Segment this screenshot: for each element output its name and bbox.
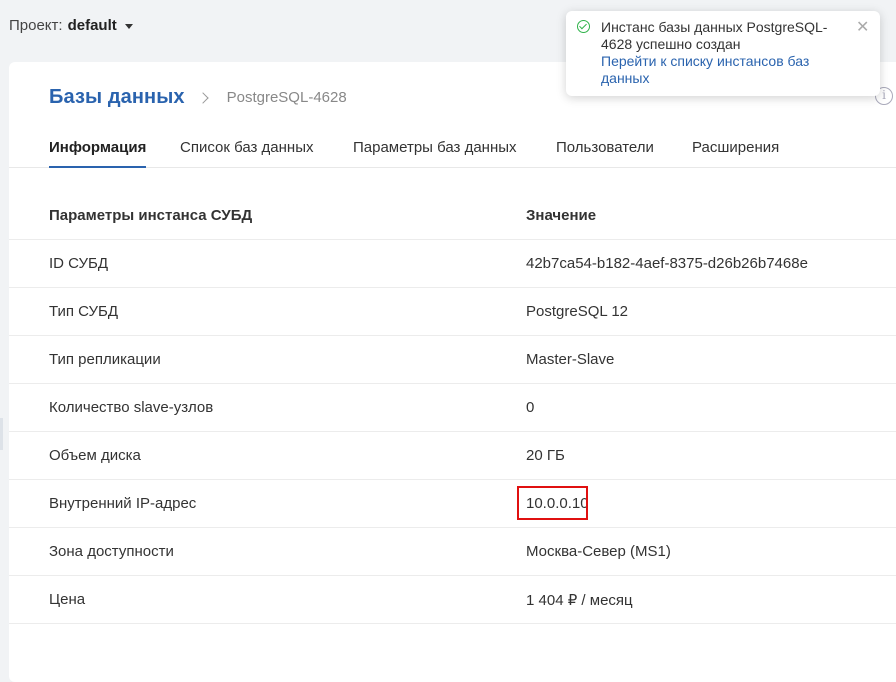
param-value: 0 [526, 399, 535, 416]
param-name: ID СУБД [49, 255, 109, 272]
toast-link[interactable]: Перейти к списку инстансов баз данных [601, 53, 851, 87]
instance-params-table: Параметры инстанса СУБД Значение ID СУБД… [9, 192, 896, 624]
param-name: Количество slave-узлов [49, 399, 214, 416]
project-selector[interactable]: Проект: default [9, 17, 133, 34]
table-row: ID СУБД 42b7ca54-b182-4aef-8375-d26b26b7… [9, 240, 896, 288]
param-value: PostgreSQL 12 [526, 303, 629, 320]
tab-databases[interactable]: Список баз данных [180, 139, 313, 168]
column-header-value: Значение [526, 207, 597, 224]
tab-users[interactable]: Пользователи [556, 139, 654, 168]
param-value: 20 ГБ [526, 447, 565, 464]
main-card: Базы данных PostgreSQL-4628 i Информация… [9, 62, 896, 682]
param-value: Москва-Север (MS1) [526, 543, 671, 560]
param-value: 1 404 ₽ / месяц [526, 592, 633, 609]
table-row: Тип репликации Master-Slave [9, 336, 896, 384]
close-icon[interactable]: ✕ [856, 17, 869, 36]
param-name: Зона доступности [49, 543, 174, 560]
chevron-right-icon [196, 91, 209, 104]
table-row: Цена 1 404 ₽ / месяц [9, 576, 896, 624]
table-row: Количество slave-узлов 0 [9, 384, 896, 432]
table-row: Объем диска 20 ГБ [9, 432, 896, 480]
table-header-row: Параметры инстанса СУБД Значение [9, 192, 896, 240]
param-name: Внутренний IP-адрес [49, 495, 197, 512]
param-name: Тип СУБД [49, 303, 119, 320]
check-circle-icon [577, 20, 590, 33]
column-header-param: Параметры инстанса СУБД [49, 207, 253, 224]
chevron-down-icon [124, 24, 133, 29]
tab-extensions[interactable]: Расширения [692, 139, 779, 168]
breadcrumb: Базы данных PostgreSQL-4628 [49, 86, 347, 109]
param-value: Master-Slave [526, 351, 615, 368]
param-name: Тип репликации [49, 351, 161, 368]
tab-info[interactable]: Информация [49, 139, 147, 168]
toast-message: Инстанс базы данных PostgreSQL-4628 успе… [601, 19, 828, 52]
param-name: Объем диска [49, 447, 141, 464]
project-value: default [67, 17, 117, 34]
breadcrumb-root-link[interactable]: Базы данных [49, 86, 185, 109]
sidebar-collapse-handle[interactable] [0, 418, 3, 450]
table-row: Внутренний IP-адрес 10.0.0.10 [9, 480, 896, 528]
tab-db-parameters[interactable]: Параметры баз данных [353, 139, 517, 168]
highlight-box [517, 486, 588, 520]
tab-bar: Информация Список баз данных Параметры б… [9, 134, 896, 168]
project-label: Проект: [9, 17, 63, 34]
param-value: 42b7ca54-b182-4aef-8375-d26b26b7468e [526, 255, 808, 272]
table-row: Зона доступности Москва-Север (MS1) [9, 528, 896, 576]
table-row: Тип СУБД PostgreSQL 12 [9, 288, 896, 336]
breadcrumb-current: PostgreSQL-4628 [226, 89, 347, 106]
success-toast: Инстанс базы данных PostgreSQL-4628 успе… [566, 11, 880, 96]
param-name: Цена [49, 591, 86, 608]
